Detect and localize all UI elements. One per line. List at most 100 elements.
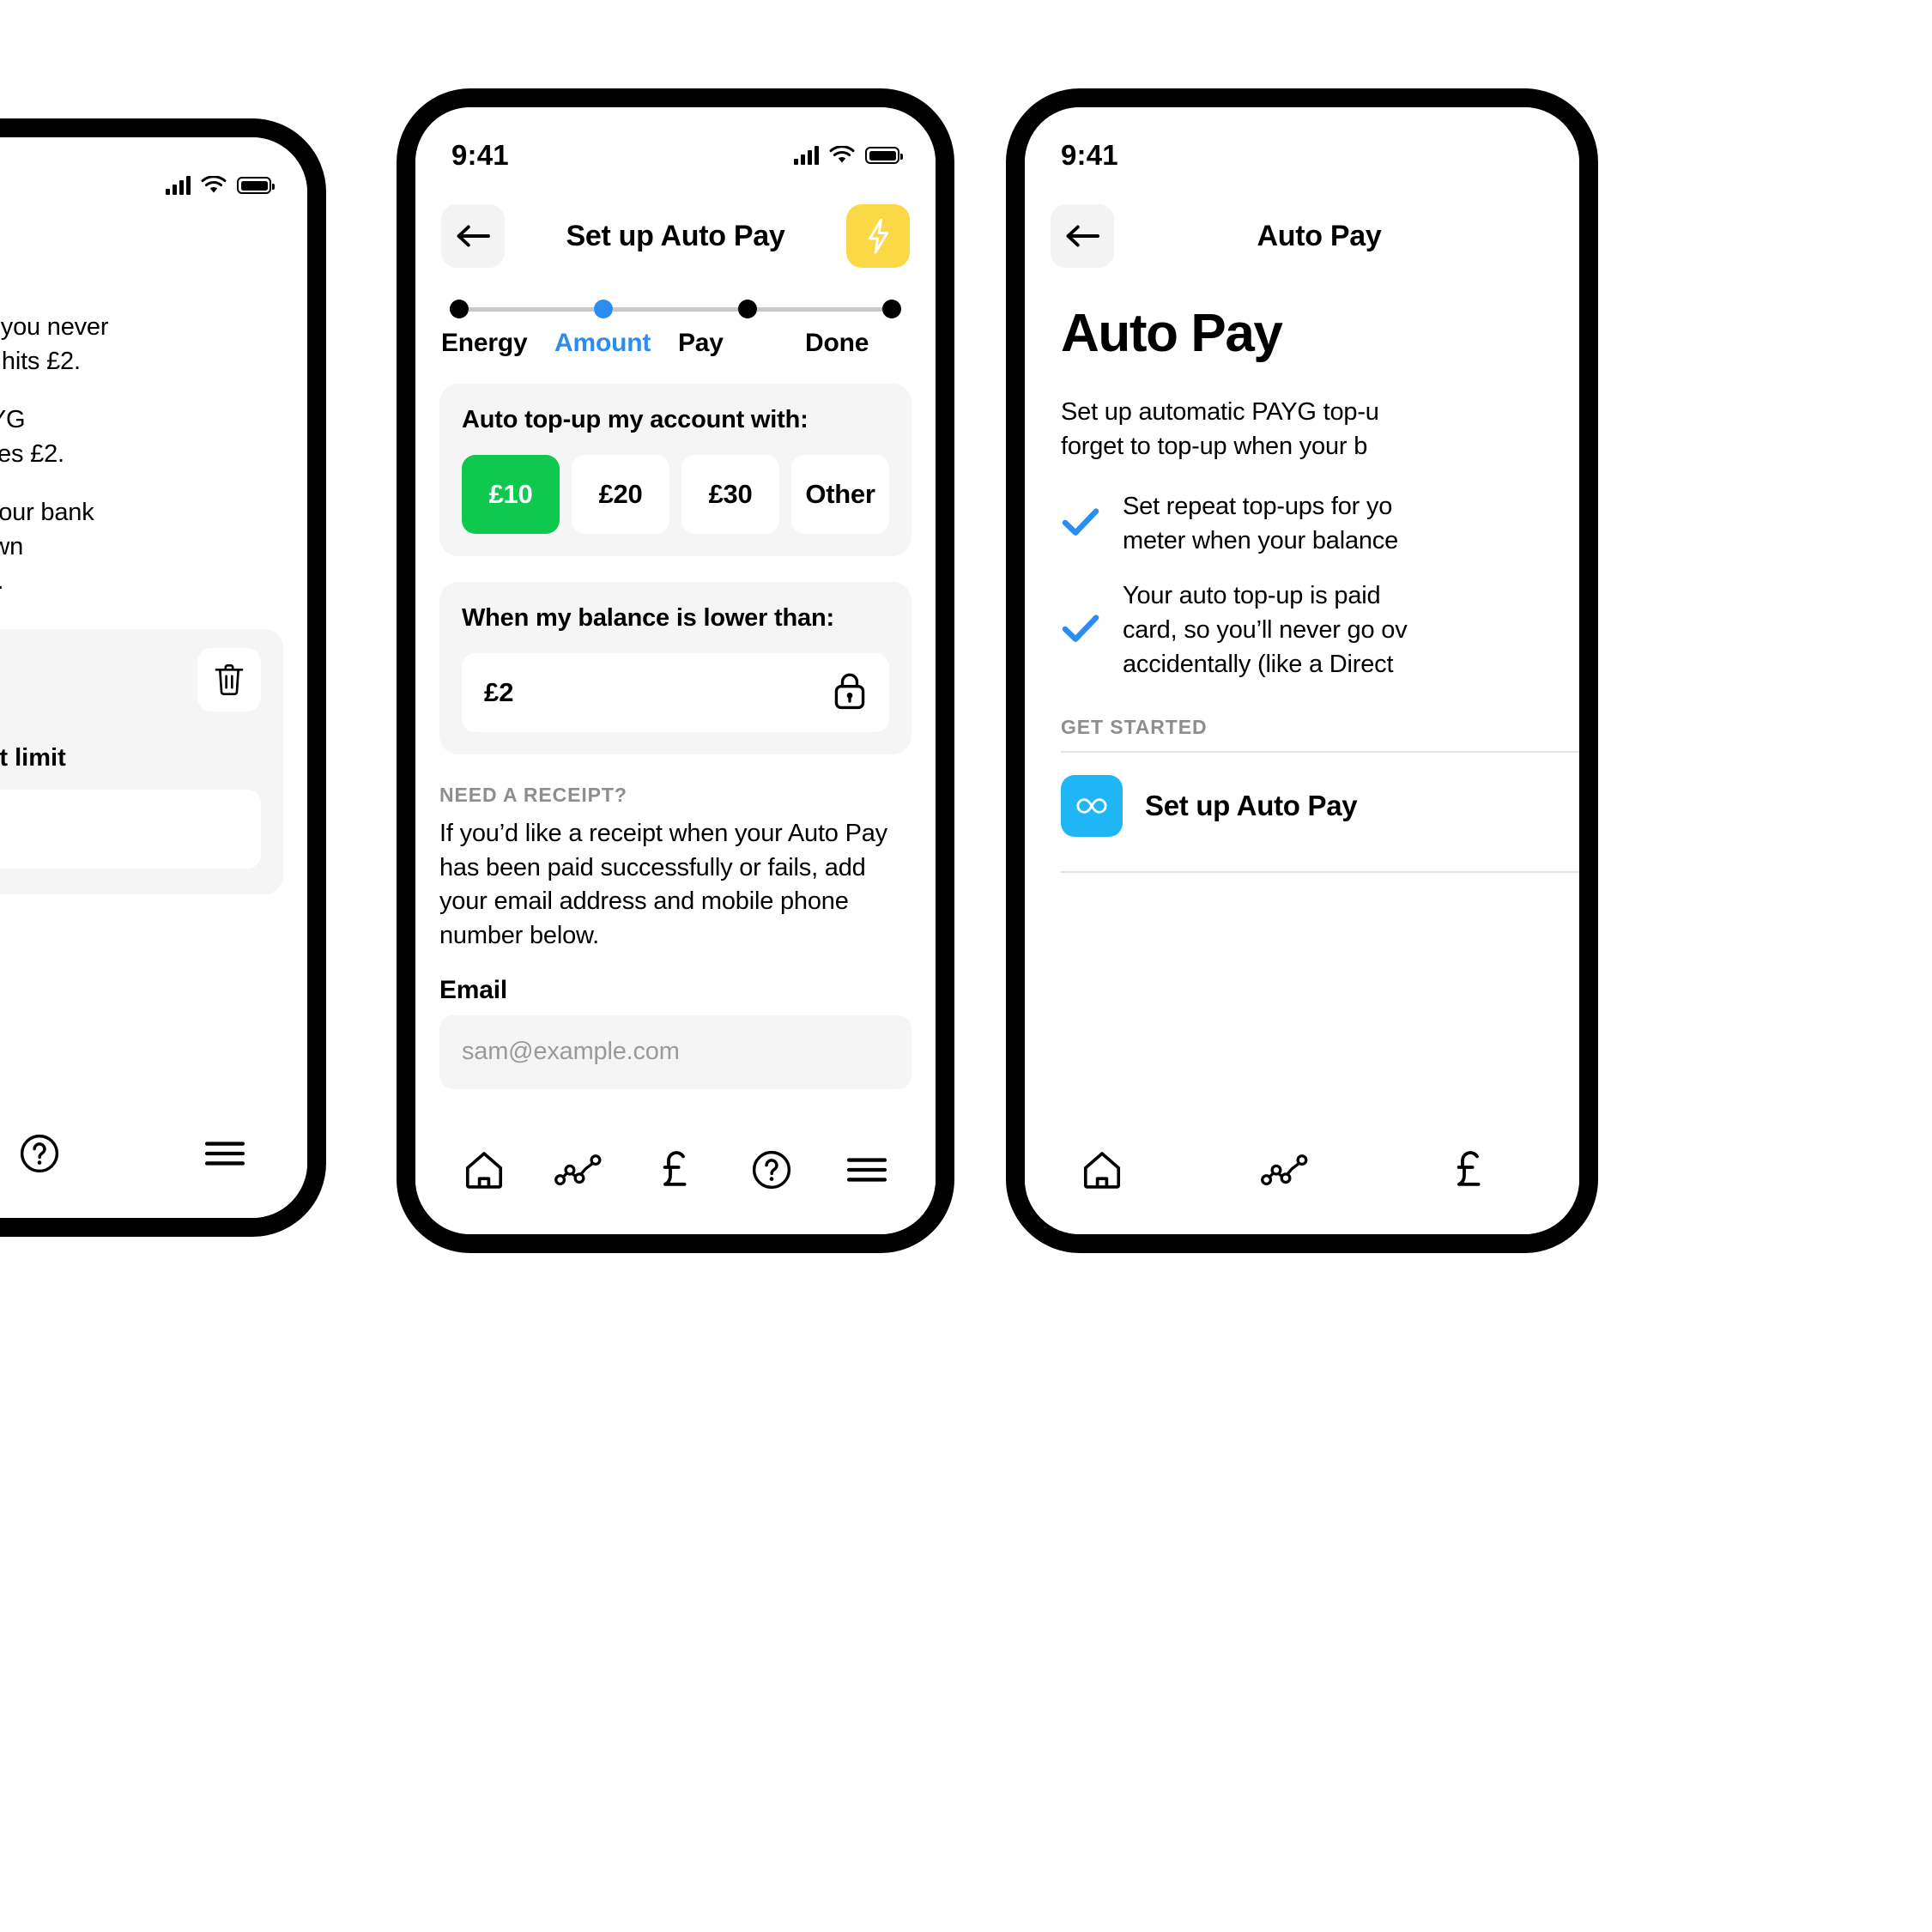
back-button[interactable]: [441, 204, 505, 268]
wifi-icon: [829, 146, 855, 165]
question-circle-icon: [752, 1150, 790, 1190]
screen-center: 9:41 Set up Auto Pay Energy Amount Pay D…: [415, 107, 936, 1234]
tab-pound[interactable]: [634, 1129, 717, 1211]
status-time: 9:41: [1061, 139, 1118, 171]
arrow-left-icon: [1066, 225, 1099, 247]
status-icons: [166, 176, 275, 195]
credit-limit-card: Credit limit £2.00: [0, 629, 283, 895]
screen-left: Auto Pay c PAYG top-ups so you never whe…: [0, 137, 307, 1218]
home-icon: [465, 1152, 502, 1189]
check-icon: [1061, 506, 1100, 542]
receipt-eyebrow: NEED A RECEIPT?: [439, 784, 627, 806]
benefit-item: Your auto top-up is paid card, so you’ll …: [1061, 578, 1579, 681]
topup-amount-card: Auto top-up my account with: £10 £20 £30…: [439, 384, 911, 556]
set-up-auto-pay-row[interactable]: Set up Auto Pay: [1025, 753, 1579, 859]
topup-amount-title: Auto top-up my account with:: [462, 406, 809, 433]
amount-options: £10 £20 £30 Other: [462, 455, 889, 534]
tab-menu[interactable]: [826, 1129, 908, 1211]
tab-home[interactable]: [1061, 1129, 1143, 1211]
tab-bar-right: [1025, 1105, 1579, 1234]
arrow-left-icon: [457, 225, 490, 247]
page-title: Auto Pay: [0, 211, 307, 260]
boost-button[interactable]: [846, 204, 910, 268]
tab-help[interactable]: [730, 1129, 813, 1211]
credit-limit-label: Credit limit: [0, 744, 66, 772]
step-label-amount: Amount: [554, 329, 651, 357]
step-line-3: [757, 306, 882, 312]
heading: Auto Pay: [1061, 304, 1283, 363]
credit-limit-fields: £2.00: [0, 790, 261, 869]
status-bar-center: 9:41: [415, 107, 936, 181]
intro-copy: c PAYG top-ups so you never when your ba…: [0, 260, 307, 598]
chart-line-icon: [554, 1154, 602, 1186]
credit-limit-field-value[interactable]: £2.00: [0, 790, 261, 869]
infinity-icon: [1061, 775, 1123, 838]
step-dot-energy[interactable]: [450, 300, 469, 318]
amount-option-other[interactable]: Other: [791, 455, 889, 534]
nav-bar-center: Set up Auto Pay: [415, 181, 936, 276]
status-bar-right: 9:41: [1025, 107, 1579, 181]
signal-icon: [166, 176, 191, 195]
pound-icon: [1457, 1151, 1481, 1186]
step-label-pay: Pay: [678, 329, 724, 357]
balance-threshold-value: £2: [484, 677, 514, 707]
step-label-energy: Energy: [441, 329, 528, 357]
benefit-text: Your auto top-up is paid card, so you’ll …: [1123, 582, 1408, 679]
divider: [1061, 871, 1579, 874]
delete-button[interactable]: [197, 648, 261, 712]
battery-icon: [865, 147, 903, 164]
amount-option-20[interactable]: £20: [572, 455, 669, 534]
back-button[interactable]: [1051, 204, 1114, 268]
tab-usage[interactable]: [538, 1129, 621, 1211]
email-label: Email: [439, 975, 508, 1004]
step-dot-amount[interactable]: [594, 300, 613, 318]
lock-icon: [833, 671, 867, 715]
phone-mockup-right: 9:41 Auto Pay Auto Pay Set up automatic …: [1006, 88, 1598, 1253]
page-title: Set up Auto Pay: [566, 219, 785, 252]
progress-stepper: Energy Amount Pay Done: [415, 276, 936, 358]
step-dot-done[interactable]: [882, 300, 901, 318]
stepper-labels: Energy Amount Pay Done: [441, 329, 910, 358]
check-icon: [1061, 612, 1100, 649]
step-dot-pay[interactable]: [738, 300, 757, 318]
stepper-dots: [441, 298, 910, 320]
paragraph-3: op-up is paid with your bankll never go …: [0, 499, 94, 595]
tab-bar-center: [415, 1105, 936, 1234]
tab-pound[interactable]: [1428, 1129, 1511, 1211]
step-label-done: Done: [805, 329, 869, 357]
nav-bar-right: Auto Pay: [1025, 181, 1579, 276]
hamburger-icon: [204, 1142, 245, 1166]
paragraph-2: op-ups for your PAYG your balance reache…: [0, 406, 64, 469]
step-line-1: [469, 306, 594, 312]
wifi-icon: [201, 176, 227, 195]
tab-menu[interactable]: [184, 1112, 266, 1195]
balance-threshold-field[interactable]: £2: [462, 653, 889, 732]
lightning-bolt-icon: [869, 218, 889, 254]
tab-help[interactable]: [0, 1112, 81, 1195]
amount-option-30[interactable]: £30: [681, 455, 779, 534]
phone-mockup-left: Auto Pay c PAYG top-ups so you never whe…: [0, 118, 326, 1237]
balance-threshold-title: When my balance is lower than:: [462, 604, 834, 632]
screen-right: 9:41 Auto Pay Auto Pay Set up automatic …: [1025, 107, 1579, 1234]
tab-usage[interactable]: [1245, 1129, 1327, 1211]
intro-copy: Set up automatic PAYG top-u forget to top…: [1061, 398, 1379, 461]
amount-option-10[interactable]: £10: [462, 455, 560, 534]
benefits-list: Set repeat top-ups for yo meter when your…: [1025, 463, 1579, 681]
tab-home[interactable]: [443, 1129, 525, 1211]
paragraph-1: c PAYG top-ups so you never when your ba…: [0, 313, 109, 376]
pound-icon: [663, 1151, 687, 1186]
signal-icon: [794, 146, 819, 165]
question-circle-icon: [20, 1134, 59, 1173]
chart-line-icon: [1261, 1154, 1308, 1186]
set-up-auto-pay-label: Set up Auto Pay: [1145, 790, 1358, 822]
phone-mockup-center: 9:41 Set up Auto Pay Energy Amount Pay D…: [397, 88, 954, 1253]
status-time: 9:41: [451, 139, 509, 171]
screenshot-canvas: Auto Pay c PAYG top-ups so you never whe…: [0, 0, 1932, 1932]
status-bar-left: [0, 137, 307, 211]
hamburger-icon: [847, 1158, 887, 1182]
balance-threshold-card: When my balance is lower than: £2: [439, 582, 911, 754]
status-icons: [794, 146, 903, 165]
receipt-body: If you’d like a receipt when your Auto P…: [439, 820, 887, 950]
email-input[interactable]: sam@example.com: [439, 1014, 911, 1089]
